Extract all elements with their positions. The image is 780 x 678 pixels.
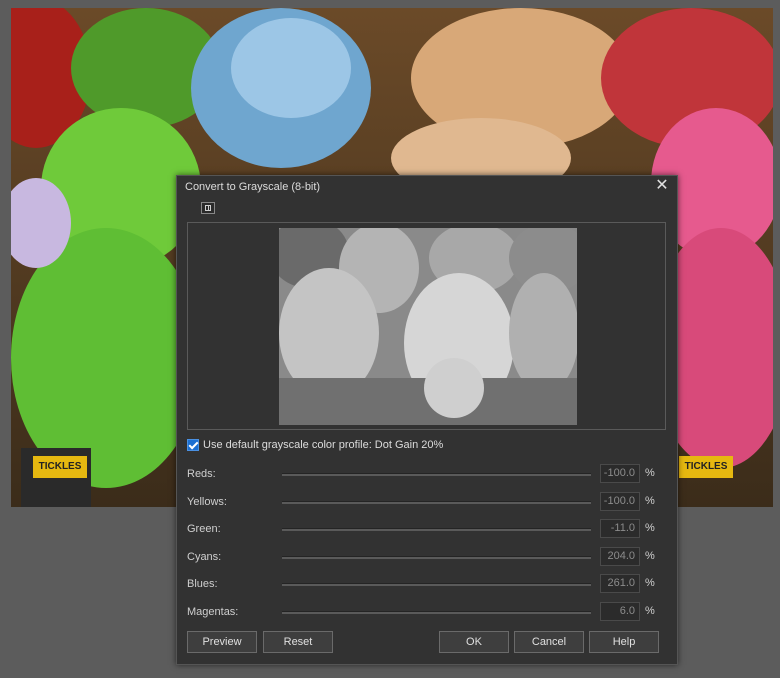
percent-unit: % xyxy=(645,467,655,479)
grayscale-preview-image xyxy=(279,228,577,425)
slider-row-yellows: Yellows: -100.0 % xyxy=(187,492,667,512)
dialog-title: Convert to Grayscale (8-bit) xyxy=(185,181,321,193)
slider-label: Blues: xyxy=(187,578,218,590)
slider-label: Reds: xyxy=(187,468,216,480)
close-icon[interactable]: ✕ xyxy=(653,177,671,195)
help-button[interactable]: Help xyxy=(589,631,659,653)
slider-track[interactable] xyxy=(282,501,591,504)
convert-to-grayscale-dialog: Convert to Grayscale (8-bit) ✕ Use defau… xyxy=(176,175,678,665)
split-view-icon[interactable] xyxy=(201,202,215,214)
slider-track[interactable] xyxy=(282,583,591,586)
slider-value-input[interactable]: -100.0 xyxy=(600,492,640,511)
slider-row-green: Green: -11.0 % xyxy=(187,519,667,539)
slider-row-magentas: Magentas: 6.0 % xyxy=(187,602,667,622)
price-sign-left: TICKLES xyxy=(33,456,87,478)
use-default-profile-checkbox[interactable] xyxy=(187,439,199,451)
preview-button[interactable]: Preview xyxy=(187,631,257,653)
slider-label: Cyans: xyxy=(187,551,222,563)
percent-unit: % xyxy=(645,550,655,562)
reset-button[interactable]: Reset xyxy=(263,631,333,653)
slider-value-input[interactable]: -100.0 xyxy=(600,464,640,483)
slider-track[interactable] xyxy=(282,556,591,559)
ok-button[interactable]: OK xyxy=(439,631,509,653)
slider-value-input[interactable]: 204.0 xyxy=(600,547,640,566)
dialog-titlebar[interactable]: Convert to Grayscale (8-bit) ✕ xyxy=(177,176,677,198)
slider-row-blues: Blues: 261.0 % xyxy=(187,574,667,594)
slider-value-input[interactable]: 261.0 xyxy=(600,574,640,593)
slider-label: Magentas: xyxy=(187,606,239,618)
slider-track[interactable] xyxy=(282,473,591,476)
slider-track[interactable] xyxy=(282,528,591,531)
slider-label: Green: xyxy=(187,523,221,535)
slider-track[interactable] xyxy=(282,611,591,614)
cancel-button[interactable]: Cancel xyxy=(514,631,584,653)
percent-unit: % xyxy=(645,495,655,507)
slider-row-reds: Reds: -100.0 % xyxy=(187,464,667,484)
slider-value-input[interactable]: -11.0 xyxy=(600,519,640,538)
preview-frame xyxy=(187,222,666,430)
percent-unit: % xyxy=(645,605,655,617)
slider-value-input[interactable]: 6.0 xyxy=(600,602,640,621)
percent-unit: % xyxy=(645,522,655,534)
slider-row-cyans: Cyans: 204.0 % xyxy=(187,547,667,567)
price-sign-right: TICKLES xyxy=(679,456,733,478)
percent-unit: % xyxy=(645,577,655,589)
use-default-profile-label: Use default grayscale color profile: Dot… xyxy=(203,439,444,451)
slider-label: Yellows: xyxy=(187,496,227,508)
